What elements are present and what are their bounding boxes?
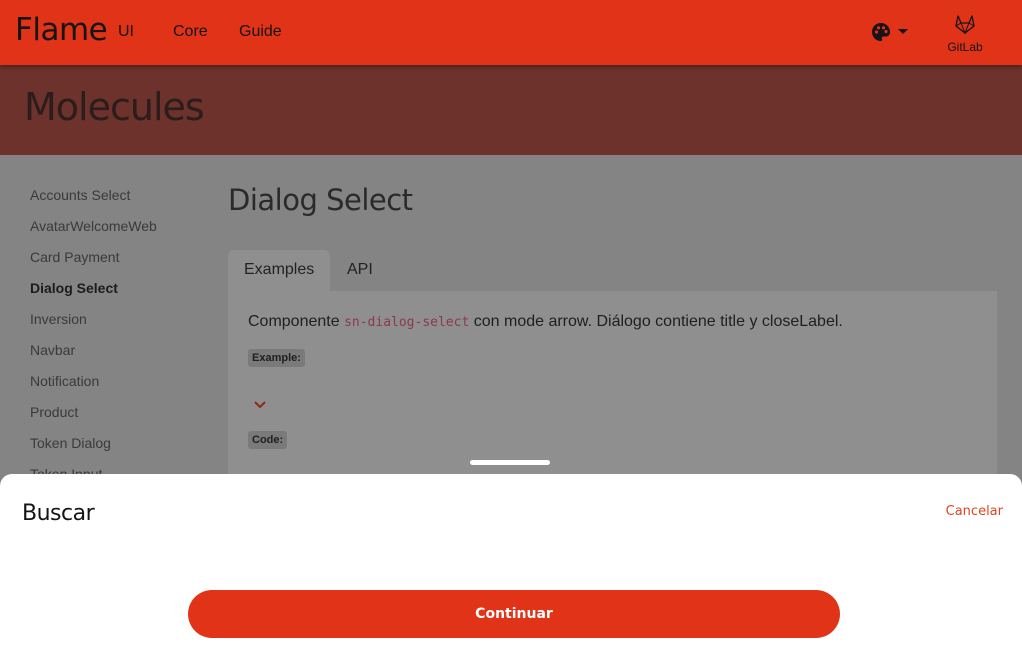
theme-selector-button[interactable]	[870, 20, 910, 44]
sheet-title: Buscar	[22, 501, 95, 526]
cancel-button[interactable]: Cancelar	[946, 504, 1003, 519]
sidebar-item-dialog-select[interactable]: Dialog Select	[30, 278, 200, 309]
tab-examples[interactable]: Examples	[228, 250, 331, 291]
continue-button[interactable]: Continuar	[188, 590, 840, 638]
caret-down-icon	[898, 29, 908, 34]
gitlab-icon	[955, 15, 975, 35]
chevron-down-icon[interactable]	[252, 399, 268, 411]
description-text-end: con mode arrow. Diálogo contiene title y…	[469, 313, 843, 330]
example-label: Example:	[248, 349, 305, 367]
component-tag-code: sn-dialog-select	[344, 315, 470, 330]
sidebar-item-product[interactable]: Product	[30, 402, 200, 433]
component-description: Componente sn-dialog-select con mode arr…	[248, 313, 843, 331]
top-navbar: Flame UI Core Guide GitLab	[0, 0, 1022, 65]
tab-bar: Examples API	[228, 250, 997, 291]
nav-link-ui[interactable]: UI	[118, 23, 134, 41]
nav-link-guide[interactable]: Guide	[239, 23, 282, 41]
sidebar-item-accounts-select[interactable]: Accounts Select	[30, 185, 200, 216]
component-title: Dialog Select	[228, 183, 413, 217]
dialog-select-sheet: Buscar Cancelar Continuar	[0, 474, 1022, 669]
description-text-start: Componente	[248, 313, 345, 330]
sidebar-item-card-payment[interactable]: Card Payment	[30, 247, 200, 278]
sidebar-item-notification[interactable]: Notification	[30, 371, 200, 402]
nav-link-core[interactable]: Core	[173, 23, 208, 41]
tab-api[interactable]: API	[331, 250, 389, 291]
page-title: Molecules	[24, 85, 205, 129]
sidebar-item-navbar[interactable]: Navbar	[30, 340, 200, 371]
main-content: Dialog Select Examples API Componente sn…	[228, 183, 997, 591]
gitlab-link[interactable]: GitLab	[940, 14, 990, 54]
page-header: Molecules	[0, 65, 1022, 155]
code-label: Code:	[248, 431, 288, 449]
sheet-drag-handle[interactable]	[470, 460, 550, 465]
gitlab-label: GitLab	[947, 40, 983, 54]
sidebar-item-inversion[interactable]: Inversion	[30, 309, 200, 340]
sidebar: Accounts Select AvatarWelcomeWeb Card Pa…	[30, 185, 200, 495]
sidebar-item-token-dialog[interactable]: Token Dialog	[30, 433, 200, 464]
sidebar-item-avatar-welcome-web[interactable]: AvatarWelcomeWeb	[30, 216, 200, 247]
flame-logo[interactable]: Flame	[15, 12, 108, 48]
palette-icon	[872, 23, 890, 41]
